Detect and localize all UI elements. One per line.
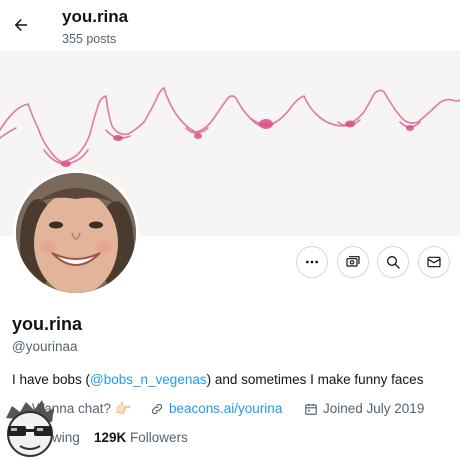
profile-handle: @yourinaa [12,339,78,354]
followers-count[interactable]: 129K Followers [94,430,188,445]
arrow-left-icon [14,19,27,31]
website-link[interactable]: beacons.ai/yourina [169,401,282,416]
watermark-avatar-icon [6,400,54,457]
link-icon [151,403,163,414]
mail-icon [427,256,441,268]
profile-bio: I have bobs (@bobs_n_vegenas) and someti… [12,372,423,387]
profile-header: you.rina 355 posts [0,0,460,50]
meta-joined: Joined July 2019 [304,401,424,416]
bio-mention-link[interactable]: @bobs_n_vegenas [90,372,207,387]
header-post-count: 355 posts [62,32,117,46]
back-button[interactable] [8,12,34,38]
followers-number: 129K [94,430,127,445]
more-button[interactable] [296,246,328,278]
joined-date: Joined July 2019 [323,401,425,416]
profile-avatar[interactable] [13,170,139,296]
money-icon [346,256,360,267]
followers-label: Followers [130,430,188,445]
bio-prefix: I have bobs ( [12,372,91,387]
avatar-photo [16,173,136,293]
bio-suffix: ) and sometimes I make funny faces [206,372,424,387]
profile-name: you.rina [12,314,83,334]
calendar-icon [305,403,317,415]
search-button[interactable] [377,246,409,278]
ellipsis-icon [306,260,318,264]
subscribe-button[interactable] [337,246,369,278]
message-button[interactable] [418,246,450,278]
meta-website[interactable]: beacons.ai/yourina [150,401,282,416]
search-icon [387,256,400,269]
header-name: you.rina [62,7,129,26]
